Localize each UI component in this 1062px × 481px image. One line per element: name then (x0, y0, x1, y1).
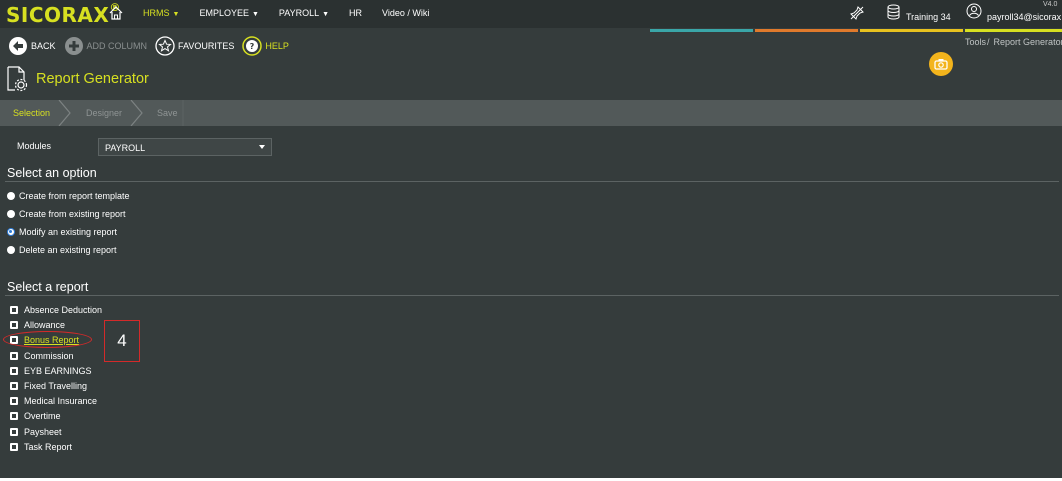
radio-button[interactable] (7, 210, 15, 218)
nav-item-hr[interactable]: HR (349, 8, 362, 18)
breadcrumb-tools[interactable]: Tools (965, 37, 986, 47)
star-icon (155, 36, 175, 56)
select-report-heading: Select a report (7, 280, 89, 294)
user-label[interactable]: payroll34@sicorax (987, 12, 1061, 22)
report-checkbox[interactable] (10, 352, 18, 360)
svg-text:?: ? (250, 42, 255, 51)
favourites-button[interactable]: FAVOURITES (155, 36, 234, 56)
nav-item-payroll[interactable]: PAYROLL ▼ (279, 8, 329, 18)
report-checkbox[interactable] (10, 321, 18, 329)
camera-icon (934, 59, 948, 70)
chevron-right-icon (58, 100, 71, 126)
color-strip-orange (755, 29, 858, 32)
report-checkbox[interactable] (10, 443, 18, 451)
back-arrow-icon (9, 37, 27, 55)
database-icon[interactable] (887, 4, 900, 20)
highlight-ellipse-annotation (3, 331, 92, 348)
breadcrumb-current: Report Generator (993, 37, 1062, 47)
option-modify-existing[interactable]: Modify an existing report (7, 227, 117, 237)
add-column-button[interactable]: ADD COLUMN (64, 36, 147, 56)
section-divider (5, 295, 1059, 296)
report-item-commission[interactable]: Commission (10, 351, 74, 361)
help-icon: ? (242, 36, 263, 56)
chevron-right-icon (130, 100, 143, 126)
color-strip-yellow (860, 29, 963, 32)
report-checkbox[interactable] (10, 382, 18, 390)
home-icon[interactable] (108, 5, 124, 21)
report-generator-icon (7, 66, 28, 92)
select-option-heading: Select an option (7, 166, 97, 180)
wizard-step-selection[interactable]: Selection (13, 108, 50, 118)
nav-item-hrms[interactable]: HRMS ▼ (143, 8, 179, 18)
app-frame: SICORAX® HRMS ▼ EMPLOYEE ▼ PAYROLL ▼ HR Vid… (0, 0, 1062, 478)
option-create-from-template[interactable]: Create from report template (7, 191, 130, 201)
nav-item-employee[interactable]: EMPLOYEE ▼ (199, 8, 258, 18)
breadcrumb: Tools/Report Generator (965, 37, 1062, 47)
wizard-step-save[interactable]: Save (157, 108, 178, 118)
chevron-right-icon (182, 100, 184, 126)
report-item-paysheet[interactable]: Paysheet (10, 427, 62, 437)
version-label: V4.0 (1043, 1, 1058, 8)
modules-label: Modules (17, 141, 52, 151)
sicorax-logo[interactable]: SICORAX® (6, 1, 121, 27)
page-title: Report Generator (36, 71, 149, 87)
radio-button[interactable] (7, 192, 15, 200)
chevron-down-icon (259, 145, 265, 149)
top-nav-bar: SICORAX® HRMS ▼ EMPLOYEE ▼ PAYROLL ▼ HR Vid… (0, 0, 1062, 28)
back-button[interactable]: BACK (8, 36, 56, 56)
report-item-task-report[interactable]: Task Report (10, 442, 72, 452)
report-checkbox[interactable] (10, 428, 18, 436)
color-strip-teal (650, 29, 753, 32)
database-label[interactable]: Training 34 (906, 12, 951, 22)
report-checkbox[interactable] (10, 367, 18, 375)
report-item-eyb-earnings[interactable]: EYB EARNINGS (10, 366, 92, 376)
report-item-absence-deduction[interactable]: Absence Deduction (10, 305, 102, 315)
help-button[interactable]: ? HELP (242, 36, 289, 56)
report-item-allowance[interactable]: Allowance (10, 320, 65, 330)
user-icon[interactable] (966, 3, 982, 19)
wizard-step-designer[interactable]: Designer (86, 108, 122, 118)
report-checkbox[interactable] (10, 306, 18, 314)
section-divider (5, 181, 1059, 182)
main-nav: HRMS ▼ EMPLOYEE ▼ PAYROLL ▼ HR Video / Wiki (143, 8, 449, 18)
screenshot-button[interactable] (929, 52, 953, 76)
report-item-overtime[interactable]: Overtime (10, 411, 61, 421)
report-checkbox[interactable] (10, 397, 18, 405)
nav-item-video-wiki[interactable]: Video / Wiki (382, 8, 429, 18)
radio-button-selected[interactable] (7, 228, 15, 236)
option-delete-existing[interactable]: Delete an existing report (7, 245, 117, 255)
report-checkbox[interactable] (10, 412, 18, 420)
report-item-fixed-travelling[interactable]: Fixed Travelling (10, 381, 87, 391)
report-item-medical-insurance[interactable]: Medical Insurance (10, 396, 97, 406)
radio-button[interactable] (7, 246, 15, 254)
plus-icon (64, 37, 83, 55)
wizard-steps: Selection Designer Save (0, 100, 1062, 126)
unpin-icon[interactable] (849, 5, 865, 21)
step-number-annotation: 4 (104, 320, 140, 362)
modules-select[interactable]: PAYROLL (98, 138, 272, 156)
option-create-from-existing[interactable]: Create from existing report (7, 209, 126, 219)
color-strip-lime (965, 29, 1062, 32)
toolbar: BACK ADD COLUMN FAVOURITES ? HELP (8, 36, 297, 56)
